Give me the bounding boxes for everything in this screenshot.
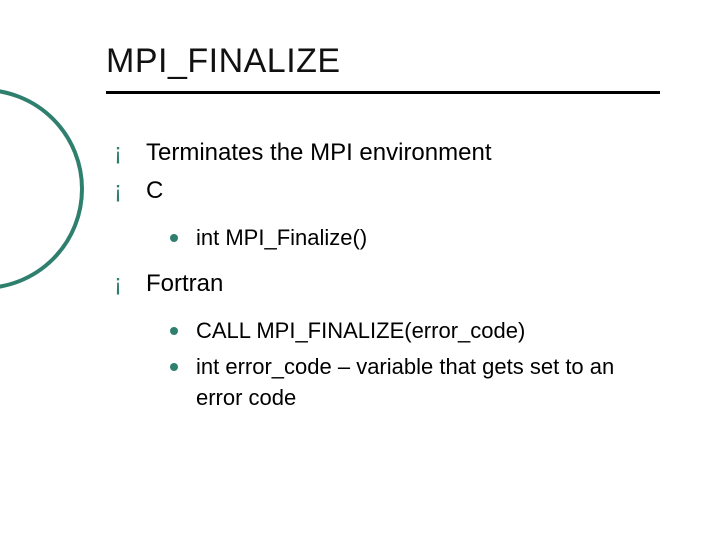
bullet-text: C: [146, 177, 163, 204]
list-item: Terminates the MPI environment: [114, 136, 660, 170]
list-item: int MPI_Finalize(): [166, 222, 660, 253]
title-block: MPI_FINALIZE: [106, 42, 660, 94]
list-item: C int MPI_Finalize(): [114, 174, 660, 253]
bullet-text: int MPI_Finalize(): [196, 225, 367, 250]
list-item: Fortran CALL MPI_FINALIZE(error_code) in…: [114, 267, 660, 413]
bullet-text: int error_code – variable that gets set …: [196, 354, 614, 410]
list-item: CALL MPI_FINALIZE(error_code): [166, 315, 660, 346]
sub-bullet-list: CALL MPI_FINALIZE(error_code) int error_…: [166, 315, 660, 413]
bullet-text: Terminates the MPI environment: [146, 139, 491, 166]
bullet-text: CALL MPI_FINALIZE(error_code): [196, 318, 525, 343]
page-title: MPI_FINALIZE: [106, 42, 660, 81]
bullet-text: Fortran: [146, 270, 223, 297]
slide: MPI_FINALIZE Terminates the MPI environm…: [0, 0, 720, 540]
list-item: int error_code – variable that gets set …: [166, 351, 660, 413]
sub-bullet-list: int MPI_Finalize(): [166, 222, 660, 253]
decorative-circle: [0, 88, 84, 290]
title-underline: [106, 91, 660, 94]
content-area: Terminates the MPI environment C int MPI…: [114, 136, 660, 413]
bullet-list: Terminates the MPI environment C int MPI…: [114, 136, 660, 413]
